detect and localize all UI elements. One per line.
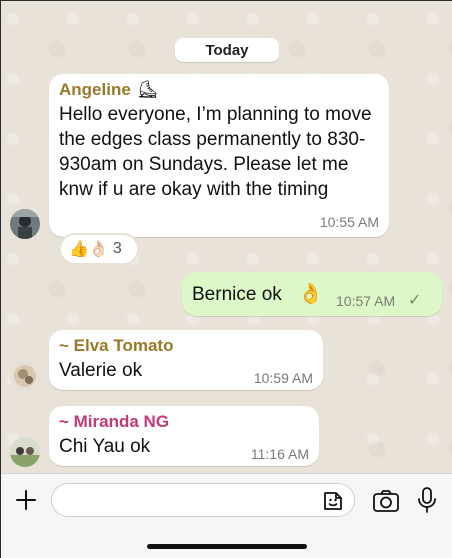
avatar[interactable]	[10, 209, 40, 239]
message-text: Valerie ok	[59, 360, 143, 381]
chat-area[interactable]: Today Angeline ⛸ Hello everyone, I’m pla…	[1, 1, 452, 473]
sender-name[interactable]: ~ Elva Tomato	[59, 336, 173, 356]
reaction-emojis: 👍👌🏻	[69, 241, 109, 258]
reactions-badge[interactable]: 👍👌🏻 3	[59, 233, 139, 265]
message-text: Chi Yau ok	[59, 436, 151, 457]
skate-emoji: ⛸	[136, 80, 159, 99]
plus-icon[interactable]	[14, 488, 38, 512]
message-time: 10:57 AM	[336, 293, 396, 309]
message-bubble-outgoing[interactable]: Bernice ok 👌 10:57 AM ✓	[182, 272, 442, 316]
sender-name[interactable]: ~ Miranda NG	[59, 412, 169, 432]
message-bubble[interactable]: ~ Miranda NG Chi Yau ok 11:16 AM	[49, 406, 319, 466]
message-text: Bernice ok	[192, 284, 282, 305]
message-bubble[interactable]: Angeline ⛸ Hello everyone, I’m planning …	[49, 74, 389, 237]
message-time: 10:59 AM	[253, 370, 313, 386]
avatar[interactable]	[10, 437, 40, 467]
message-bubble[interactable]: ~ Elva Tomato Valerie ok 10:59 AM	[49, 330, 323, 390]
date-divider: Today	[175, 38, 279, 62]
reaction-count: 3	[112, 240, 122, 257]
composer-bar	[1, 473, 452, 558]
sender-name[interactable]: Angeline	[59, 80, 131, 100]
sticker-icon[interactable]	[321, 489, 345, 513]
message-time: 11:16 AM	[250, 446, 309, 462]
ok-hand-emoji: 👌	[298, 283, 323, 305]
home-indicator	[147, 544, 307, 549]
microphone-icon[interactable]	[417, 486, 437, 514]
message-text: Hello everyone, I’m planning to move the…	[59, 104, 372, 200]
message-time: 10:55 AM	[319, 214, 379, 230]
camera-icon[interactable]	[372, 488, 400, 514]
read-check-icon: ✓	[408, 292, 422, 309]
message-input[interactable]	[51, 483, 355, 517]
avatar[interactable]	[10, 361, 40, 391]
